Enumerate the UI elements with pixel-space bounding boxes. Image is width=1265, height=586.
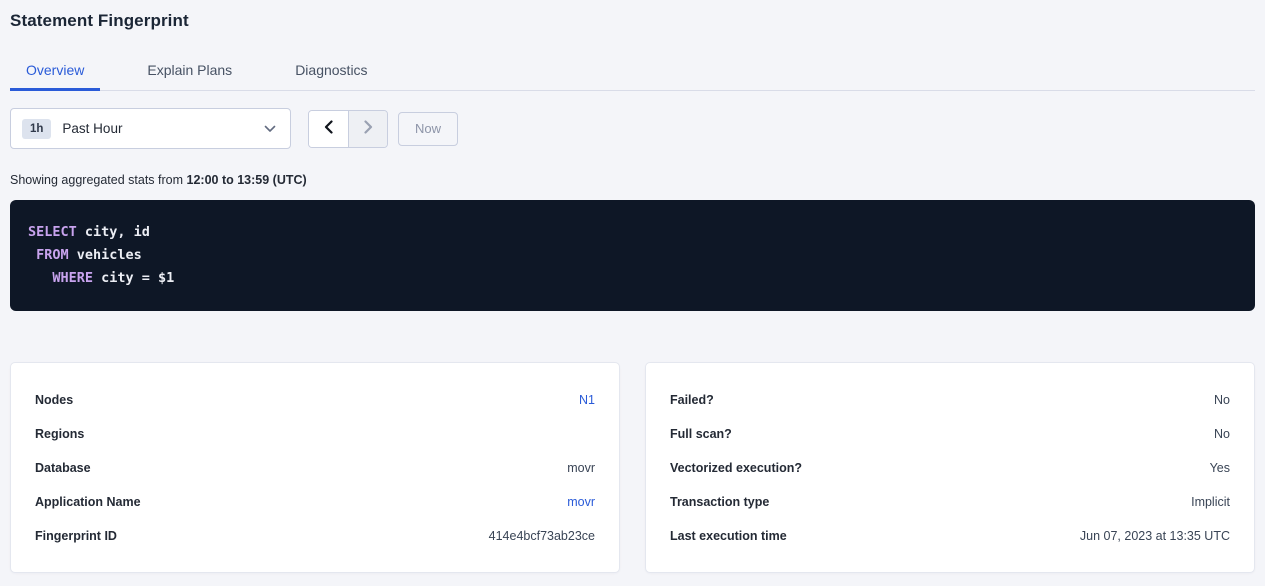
row-application-name: Application Name movr (35, 485, 595, 519)
time-controls: 1h Past Hour Now (10, 108, 1255, 149)
row-label: Regions (35, 427, 84, 441)
row-database: Database movr (35, 451, 595, 485)
row-transaction-type: Transaction type Implicit (670, 485, 1230, 519)
row-nodes: Nodes N1 (35, 383, 595, 417)
tab-explain-plans[interactable]: Explain Plans (131, 54, 248, 91)
time-range-label: Past Hour (62, 121, 122, 136)
row-vectorized-execution: Vectorized execution? Yes (670, 451, 1230, 485)
row-fingerprint-id: Fingerprint ID 414e4bcf73ab23ce (35, 519, 595, 553)
sql-keyword: SELECT (28, 224, 77, 240)
stats-summary-range: 12:00 to 13:59 (UTC) (187, 173, 307, 187)
sql-text: city, id (77, 224, 150, 240)
sql-line: SELECT city, id (28, 221, 1237, 244)
execution-attributes-card: Failed? No Full scan? No Vectorized exec… (645, 362, 1255, 573)
row-label: Application Name (35, 495, 141, 509)
row-label: Last execution time (670, 529, 787, 543)
sql-indent (28, 270, 52, 286)
row-value: Implicit (1191, 495, 1230, 509)
sql-text: vehicles (69, 247, 142, 263)
row-label: Fingerprint ID (35, 529, 117, 543)
time-range-badge: 1h (22, 119, 51, 139)
row-value: movr (567, 461, 595, 475)
tab-bar: Overview Explain Plans Diagnostics (10, 54, 1255, 91)
aggregated-stats-summary: Showing aggregated stats from 12:00 to 1… (10, 173, 1255, 187)
sql-keyword: WHERE (52, 270, 93, 286)
summary-cards: Nodes N1 Regions Database movr Applicati… (10, 362, 1255, 573)
row-value: No (1214, 393, 1230, 407)
stats-summary-prefix: Showing aggregated stats from (10, 173, 187, 187)
time-step-buttons (308, 110, 388, 148)
row-value: 414e4bcf73ab23ce (489, 529, 595, 543)
tab-diagnostics[interactable]: Diagnostics (279, 54, 383, 91)
previous-time-button[interactable] (309, 111, 348, 147)
tab-overview[interactable]: Overview (10, 54, 100, 91)
sql-text: city = $1 (93, 270, 174, 286)
row-value: No (1214, 427, 1230, 441)
row-last-execution-time: Last execution time Jun 07, 2023 at 13:3… (670, 519, 1230, 553)
next-time-button[interactable] (348, 111, 387, 147)
sql-keyword: FROM (36, 247, 69, 263)
sql-line: WHERE city = $1 (28, 267, 1237, 290)
chevron-left-icon (324, 120, 333, 137)
statement-fingerprint-page: Statement Fingerprint Overview Explain P… (0, 0, 1265, 573)
row-label: Nodes (35, 393, 73, 407)
sql-statement-box: SELECT city, id FROM vehicles WHERE city… (10, 200, 1255, 311)
sql-line: FROM vehicles (28, 244, 1237, 267)
row-label: Database (35, 461, 91, 475)
nodes-link[interactable]: N1 (579, 393, 595, 407)
chevron-right-icon (364, 120, 373, 137)
now-button[interactable]: Now (398, 112, 458, 146)
row-label: Vectorized execution? (670, 461, 802, 475)
sql-indent (28, 247, 36, 263)
application-name-link[interactable]: movr (567, 495, 595, 509)
row-regions: Regions (35, 417, 595, 451)
time-range-dropdown[interactable]: 1h Past Hour (10, 108, 291, 149)
row-failed: Failed? No (670, 383, 1230, 417)
row-label: Failed? (670, 393, 714, 407)
statement-details-card: Nodes N1 Regions Database movr Applicati… (10, 362, 620, 573)
page-title: Statement Fingerprint (10, 0, 1255, 31)
row-value: Jun 07, 2023 at 13:35 UTC (1080, 529, 1230, 543)
row-label: Transaction type (670, 495, 769, 509)
row-value: Yes (1210, 461, 1230, 475)
row-label: Full scan? (670, 427, 732, 441)
chevron-down-icon (264, 125, 276, 133)
row-full-scan: Full scan? No (670, 417, 1230, 451)
sql-statement: SELECT city, id FROM vehicles WHERE city… (28, 221, 1237, 290)
